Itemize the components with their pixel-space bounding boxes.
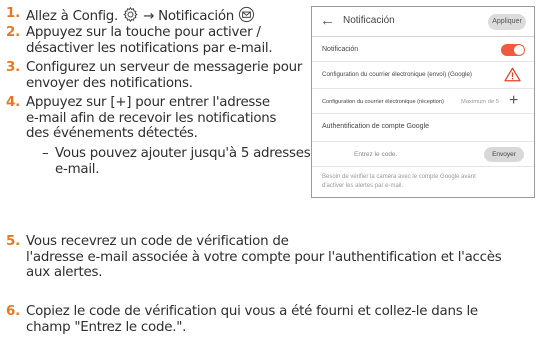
note-row: Besoin de vérifier la caméra avec le com… <box>312 169 534 197</box>
notification-toggle-row: Notificación <box>312 37 534 62</box>
dash: – <box>42 146 49 161</box>
code-entry-row: Entrez le code. Envoyer <box>312 141 534 167</box>
step-number: 4. <box>6 95 20 110</box>
auth-note-line-2: d'activer les alertes par e-mail. <box>322 182 404 189</box>
step-6-line-2: champ "Entrez le code.". <box>26 319 187 335</box>
smtp-config-label: Configuration du courrier électronique (… <box>322 71 472 78</box>
step-3-line-1: Configurez un serveur de messagerie pour <box>26 60 303 75</box>
envelope-icon <box>238 6 255 23</box>
step-4-line-1: Appuyez sur [+] pour entrer l'adresse <box>26 95 270 110</box>
back-arrow-icon[interactable]: ← <box>320 12 335 29</box>
toggle-knob <box>514 45 524 55</box>
step-2-line-1: Appuyez sur la touche pour activer / <box>26 25 261 40</box>
step-number: 1. <box>6 6 20 21</box>
notification-settings-panel: ← Notificación Appliquer Notificación Co… <box>311 6 535 198</box>
step-number: 2. <box>6 25 20 40</box>
step-number: 5. <box>6 234 20 249</box>
gear-icon <box>123 6 138 23</box>
google-auth-label: Authentification de compte Google <box>322 123 430 130</box>
auth-note-line-1: Besoin de vérifier la caméra avec le com… <box>322 174 476 180</box>
panel-title: Notificación <box>343 15 395 26</box>
notification-toggle[interactable] <box>501 44 525 56</box>
code-input[interactable]: Entrez le code. <box>354 151 397 158</box>
google-auth-row: Authentification de compte Google <box>312 114 534 141</box>
step-5-line-1: Vous recevrez un code de vérification de <box>26 234 289 249</box>
step-4-line-3: des événements détectés. <box>26 126 198 141</box>
auth-note: Besoin de vérifier la caméra avec le com… <box>322 173 527 190</box>
warning-icon <box>504 67 521 82</box>
step-1-text-a: Allez à Config. <box>26 9 119 24</box>
send-button[interactable]: Envoyer <box>484 147 524 162</box>
max-count: Maximum de 5 <box>461 99 500 105</box>
step-6-line-1: Copiez le code de vérification qui vous … <box>26 304 478 319</box>
receive-config-row[interactable]: Configuration du courrier électronique (… <box>312 89 534 114</box>
note-line-1: Vous pouvez ajouter jusqu'à 5 adresses <box>55 146 311 161</box>
smtp-config-row[interactable]: Configuration du courrier électronique (… <box>312 62 534 89</box>
step-2-line-2: désactiver les notifications par e-mail. <box>26 40 273 56</box>
step-5-line-2: l'adresse e-mail associée à votre compte… <box>26 249 502 265</box>
notification-label: Notificación <box>322 46 359 53</box>
apply-button[interactable]: Appliquer <box>488 14 526 30</box>
step-number: 6. <box>6 304 20 319</box>
add-icon[interactable]: + <box>509 92 518 110</box>
panel-header: ← Notificación Appliquer <box>312 7 534 37</box>
note-line-2: e-mail. <box>55 161 100 177</box>
step-1-text-b: → Notificación <box>143 9 235 24</box>
receive-config-label: Configuration du courrier électronique (… <box>322 99 444 105</box>
step-5-line-3: aux alertes. <box>26 265 103 280</box>
step-3-line-2: envoyer des notifications. <box>26 75 193 91</box>
step-4-line-2: e-mail afin de recevoir les notification… <box>26 110 277 126</box>
step-number: 3. <box>6 60 20 75</box>
